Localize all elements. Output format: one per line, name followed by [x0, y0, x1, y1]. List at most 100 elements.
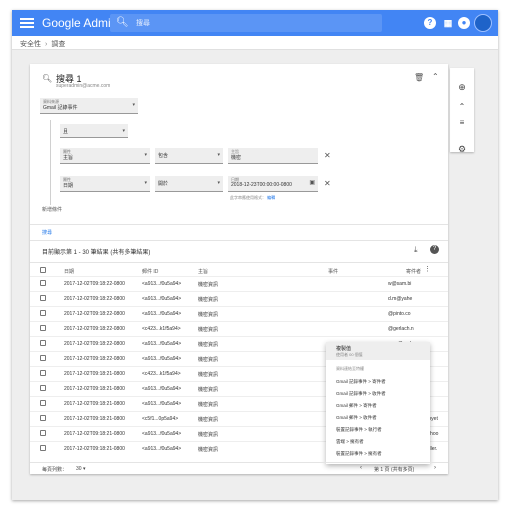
cell-message-id: <a913...f0u5a94>: [142, 356, 182, 362]
cell-message-id: <c423...k1f5a94>: [142, 326, 181, 332]
collapse-all-icon[interactable]: ⌃: [450, 102, 474, 111]
cell-subject: 機密資訊: [198, 387, 219, 393]
column-header-subject[interactable]: 主旨: [198, 268, 208, 275]
menu-item-subtitle: 使用者 00 個值: [336, 352, 363, 357]
cell-message-id: <a913...f0u5a94>: [142, 311, 182, 317]
attribute-value: 日期: [63, 183, 74, 189]
menu-item-pivot[interactable]: Gmail 郵件 > 收件者: [336, 415, 377, 421]
select-all-checkbox[interactable]: [40, 267, 46, 273]
menu-item-copy-value[interactable]: 複製值: [336, 345, 351, 352]
apps-grid-icon[interactable]: ▦: [442, 17, 454, 29]
help-icon[interactable]: ?: [424, 17, 436, 29]
cell-subject: 機密資訊: [198, 357, 219, 363]
account-avatar[interactable]: [474, 14, 492, 32]
row-checkbox[interactable]: [40, 340, 46, 346]
dropdown-arrow-icon: ▾: [144, 152, 147, 158]
cell-subject: 機密資訊: [198, 372, 219, 378]
date-format-edit-link[interactable]: 編輯: [267, 195, 275, 200]
brand-title: Google Admin: [42, 16, 118, 30]
table-row[interactable]: 2017-12-02T09:18:22-0800 <a913...f0u5a94>…: [30, 276, 448, 288]
condition-1-attribute-select[interactable]: 屬性 主旨 ▾: [60, 148, 150, 164]
download-icon[interactable]: ⤓: [414, 245, 418, 255]
column-header-date[interactable]: 日期: [64, 268, 74, 275]
column-header-message-id[interactable]: 郵件 ID: [142, 268, 158, 275]
add-circle-icon[interactable]: ⊕: [450, 82, 474, 93]
search-box[interactable]: 🔍︎ 搜尋: [110, 14, 382, 32]
rows-per-page-value: 30: [76, 466, 82, 472]
breadcrumb-parent[interactable]: 安全性: [20, 41, 41, 48]
date-format-hint-text: 此字串應使用格式：: [230, 195, 266, 200]
query-owner-email: superadmin@acme.com: [56, 83, 111, 89]
dropdown-arrow-icon: ▾: [217, 180, 220, 186]
date-format-hint: 此字串應使用格式： 編輯: [230, 195, 275, 201]
row-checkbox[interactable]: [40, 325, 46, 331]
row-checkbox[interactable]: [40, 355, 46, 361]
cell-message-id: <a913...f0u5a94>: [142, 281, 182, 287]
cell-subject: 機密資訊: [198, 417, 219, 423]
remove-condition-close-icon[interactable]: ✕: [324, 151, 331, 160]
value-text: 2018-12-23T00:00:00-0800: [231, 182, 292, 188]
cell-subject: 機密資訊: [198, 447, 219, 453]
cell-message-id: <a913...f0u5a94>: [142, 431, 182, 437]
row-checkbox[interactable]: [40, 310, 46, 316]
row-checkbox[interactable]: [40, 415, 46, 421]
boolean-operator-value: 且: [63, 129, 69, 135]
condition-1-operator-select[interactable]: 包含 ▾: [155, 148, 223, 164]
remove-condition-close-icon[interactable]: ✕: [324, 179, 331, 188]
admin-console-frame: Google Admin 🔍︎ 搜尋 ? ▦ ● 安全性 › 調查 ⊕ ⌃ ≡ ⚙ …: [12, 10, 498, 500]
search-input[interactable]: 搜尋: [136, 18, 150, 28]
cell-date: 2017-12-02T09:18:21-0800: [64, 431, 125, 437]
row-checkbox[interactable]: [40, 445, 46, 451]
next-page-icon[interactable]: ›: [434, 465, 436, 471]
row-checkbox[interactable]: [40, 370, 46, 376]
settings-gear-icon[interactable]: ⚙: [450, 144, 474, 155]
row-checkbox[interactable]: [40, 280, 46, 286]
page-indicator: 第 1 頁 (共有多頁): [374, 467, 415, 473]
condition-2-operator-select[interactable]: 開於 ▾: [155, 176, 223, 192]
condition-1-value-input[interactable]: 主旨 機密: [228, 148, 318, 164]
row-checkbox[interactable]: [40, 385, 46, 391]
dropdown-arrow-icon: ▾: [132, 102, 135, 108]
cell-date: 2017-12-02T09:18:22-0800: [64, 311, 125, 317]
cell-sender: @pinto.co: [388, 311, 411, 317]
menu-item-pivot[interactable]: 裝置記錄事件 > 執行者: [336, 427, 382, 433]
column-header-event[interactable]: 事件: [328, 268, 338, 275]
previous-page-icon[interactable]: ‹: [360, 465, 362, 471]
row-checkbox[interactable]: [40, 430, 46, 436]
menu-item-pivot[interactable]: 雲端 > 擁有者: [336, 439, 364, 445]
column-more-vert-icon[interactable]: ⋮: [424, 265, 431, 273]
boolean-operator-select[interactable]: 且 ▾: [60, 124, 128, 138]
condition-group-line: [50, 120, 51, 205]
hamburger-menu-icon[interactable]: [20, 16, 34, 30]
cell-message-id: <a913...f0u5a94>: [142, 401, 182, 407]
calendar-icon[interactable]: ▣: [309, 179, 315, 186]
cell-subject: 機密資訊: [198, 312, 219, 318]
cell-subject: 機密資訊: [198, 432, 219, 438]
condition-2-date-input[interactable]: 日期 2018-12-23T00:00:00-0800 ▣: [228, 176, 318, 192]
search-button[interactable]: 搜尋: [42, 229, 52, 236]
menu-section-label: 資料連結至特權: [336, 366, 364, 371]
top-app-bar: Google Admin 🔍︎ 搜尋 ? ▦ ●: [12, 10, 498, 36]
rows-per-page-label: 每頁列數：: [42, 467, 68, 473]
row-checkbox[interactable]: [40, 400, 46, 406]
help-icon[interactable]: ?: [430, 245, 439, 254]
data-source-select[interactable]: 資料來源 Gmail 記錄事件 ▾: [40, 98, 138, 114]
condition-2-attribute-select[interactable]: 屬性 日期 ▾: [60, 176, 150, 192]
delete-trash-icon[interactable]: 🗑: [414, 73, 424, 82]
add-condition-link[interactable]: 新增條件: [42, 206, 62, 213]
collapse-chevron-up-icon[interactable]: ⌃: [432, 72, 439, 81]
table-row[interactable]: 2017-12-02T09:18:22-0800 <c423...k1f5a94>…: [30, 321, 448, 333]
column-header-sender[interactable]: 寄件者: [406, 268, 421, 275]
menu-item-pivot[interactable]: Gmail 記錄事件 > 寄件者: [336, 379, 386, 385]
table-row[interactable]: 2017-12-02T09:18:22-0800 <a913...f0u5a94>…: [30, 306, 448, 318]
sort-list-icon[interactable]: ≡: [450, 118, 474, 127]
attribute-value: 主旨: [63, 155, 74, 161]
rows-per-page-select[interactable]: 30 ▾: [76, 466, 85, 472]
menu-item-pivot[interactable]: Gmail 記錄事件 > 收件者: [336, 391, 386, 397]
menu-item-pivot[interactable]: Gmail 郵件 > 寄件者: [336, 403, 377, 409]
row-checkbox[interactable]: [40, 295, 46, 301]
table-row[interactable]: 2017-12-02T09:18:22-0800 <a913...f0u5a94>…: [30, 291, 448, 303]
notifications-icon[interactable]: ●: [458, 17, 470, 29]
cell-date: 2017-12-02T09:18:21-0800: [64, 371, 125, 377]
menu-item-pivot[interactable]: 裝置記錄事件 > 擁有者: [336, 451, 382, 457]
